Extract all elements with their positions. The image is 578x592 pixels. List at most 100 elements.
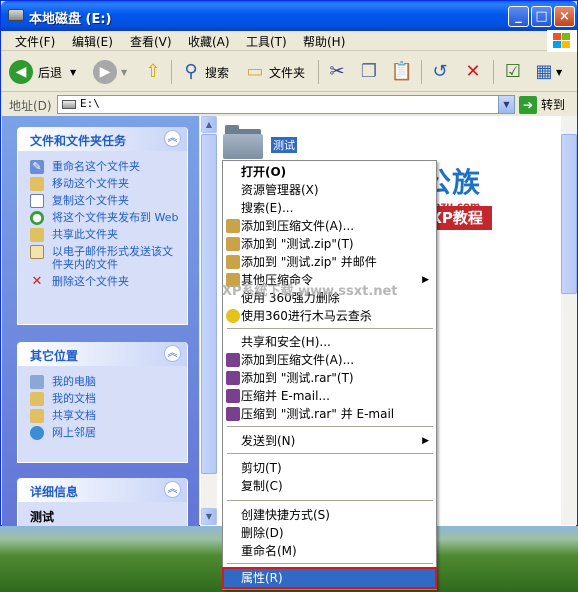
- menu-label: 删除(D): [241, 526, 284, 540]
- menu-separator: [227, 426, 433, 427]
- menu-copy[interactable]: 复制(C): [224, 477, 435, 495]
- folder-name[interactable]: 测试: [271, 137, 297, 153]
- toolbar-separator: [421, 60, 422, 84]
- copy-button[interactable]: ❐: [357, 59, 381, 85]
- panel-header[interactable]: 详细信息 ︽: [18, 478, 187, 502]
- scroll-down-icon[interactable]: ▼: [201, 508, 217, 525]
- close-button[interactable]: ×: [554, 6, 575, 27]
- menu-add-zip[interactable]: 添加到 "测试.zip"(T): [224, 235, 435, 253]
- copy-icon: [30, 194, 44, 208]
- drive-icon: [8, 9, 24, 21]
- watermark-ssxt: XP系统下载 www.ssxt.net: [222, 284, 398, 299]
- search-icon: ⚲: [184, 61, 198, 82]
- menu-add-zip-email[interactable]: 添加到 "测试.zip" 并邮件: [224, 253, 435, 271]
- share-folder-icon: [30, 228, 44, 242]
- menu-explorer[interactable]: 资源管理器(X): [224, 181, 435, 199]
- menu-label: 发送到(N): [241, 434, 296, 448]
- menu-help[interactable]: 帮助(H): [303, 33, 345, 50]
- menu-label: 添加到 "测试.rar"(T): [241, 371, 354, 385]
- address-dropdown-button[interactable]: ▼: [498, 96, 514, 113]
- globe-icon: ●: [30, 211, 44, 225]
- menu-delete[interactable]: 删除(D): [224, 524, 435, 542]
- archive-icon: [226, 237, 240, 251]
- properties-button[interactable]: ☑: [501, 59, 525, 85]
- menu-label: 压缩并 E-mail...: [241, 389, 330, 403]
- folders-button[interactable]: ▭ 文件夹: [243, 59, 305, 85]
- task-publish-web[interactable]: ● 将这个文件夹发布到 Web: [18, 208, 187, 225]
- up-folder-button[interactable]: ⇧: [141, 59, 165, 85]
- folder-icon[interactable]: [223, 125, 263, 159]
- up-folder-icon: ⇧: [145, 61, 161, 82]
- place-my-documents[interactable]: 我的文档: [18, 389, 187, 406]
- menu-add-archive[interactable]: 添加到压缩文件(A)...: [224, 217, 435, 235]
- menu-label: 重命名(M): [241, 544, 297, 558]
- go-button[interactable]: ➔ 转到: [519, 95, 573, 114]
- menu-tools[interactable]: 工具(T): [246, 33, 287, 50]
- submenu-arrow-icon: ▶: [422, 436, 429, 446]
- menu-cut[interactable]: 剪切(T): [224, 459, 435, 477]
- address-input[interactable]: E:\ ▼: [57, 95, 515, 114]
- task-email[interactable]: 以电子邮件形式发送该文件夹内的文件: [18, 242, 187, 272]
- cut-button[interactable]: ✂: [325, 59, 349, 85]
- window-title: 本地磁盘 (E:): [29, 12, 112, 27]
- menu-create-shortcut[interactable]: 创建快捷方式(S): [224, 506, 435, 524]
- place-network[interactable]: 网上邻居: [18, 423, 187, 440]
- place-label: 我的文档: [52, 392, 96, 405]
- task-delete[interactable]: ✕ 删除这个文件夹: [18, 272, 187, 289]
- minimize-button[interactable]: _: [508, 6, 529, 27]
- title-bar[interactable]: 本地磁盘 (E:) _ □ ×: [1, 1, 577, 31]
- menu-file[interactable]: 文件(F): [15, 33, 55, 50]
- menu-favorites[interactable]: 收藏(A): [188, 33, 230, 50]
- toolbar-separator: [493, 60, 494, 84]
- place-shared-documents[interactable]: 共享文档: [18, 406, 187, 423]
- undo-button[interactable]: ↺: [428, 59, 452, 85]
- collapse-icon[interactable]: ︽: [164, 345, 181, 362]
- paste-button[interactable]: 📋: [390, 59, 414, 85]
- delete-button[interactable]: ✕: [461, 59, 485, 85]
- content-scrollbar[interactable]: [561, 116, 577, 525]
- menu-compress-email[interactable]: 压缩并 E-mail...: [224, 387, 435, 405]
- scroll-thumb[interactable]: [201, 134, 217, 474]
- collapse-icon[interactable]: ︽: [164, 481, 181, 498]
- task-label: 删除这个文件夹: [52, 275, 129, 288]
- panel-header[interactable]: 其它位置 ︽: [18, 342, 187, 366]
- scroll-up-icon[interactable]: ▲: [201, 116, 217, 133]
- context-menu: 打开(O) 资源管理器(X) 搜索(E)... 添加到压缩文件(A)... 添加…: [222, 160, 437, 590]
- menu-open[interactable]: 打开(O): [224, 163, 435, 181]
- task-rename[interactable]: ✎ 重命名这个文件夹: [18, 157, 187, 174]
- menu-edit[interactable]: 编辑(E): [72, 33, 113, 50]
- menu-rename[interactable]: 重命名(M): [224, 542, 435, 560]
- scroll-thumb[interactable]: [561, 134, 577, 294]
- address-value: E:\: [80, 97, 100, 110]
- collapse-icon[interactable]: ︽: [164, 130, 181, 147]
- views-icon: ▦: [535, 61, 553, 82]
- menu-search[interactable]: 搜索(E)...: [224, 199, 435, 217]
- menu-sharing[interactable]: 共享和安全(H)...: [224, 333, 435, 351]
- panel-header[interactable]: 文件和文件夹任务 ︽: [18, 127, 187, 151]
- menu-properties[interactable]: 属性(R): [222, 567, 437, 589]
- details-name: 测试: [30, 510, 55, 524]
- address-label: 地址(D): [9, 99, 52, 113]
- maximize-button[interactable]: □: [531, 6, 552, 27]
- panel-title: 其它位置: [30, 349, 79, 363]
- task-pane: 文件和文件夹任务 ︽ ✎ 重命名这个文件夹 移动这个文件夹 复制这个文件夹 ● 将这…: [2, 116, 199, 526]
- back-arrow-icon: ◀: [9, 60, 33, 84]
- menu-add-rar-archive[interactable]: 添加到压缩文件(A)...: [224, 351, 435, 369]
- toolbar-separator: [318, 60, 319, 84]
- task-move[interactable]: 移动这个文件夹: [18, 174, 187, 191]
- back-button[interactable]: ◀ 后退 ▼: [9, 59, 76, 85]
- menu-send-to[interactable]: 发送到(N) ▶: [224, 432, 435, 450]
- search-button[interactable]: ⚲ 搜索: [179, 59, 229, 85]
- menu-view[interactable]: 查看(V): [130, 33, 172, 50]
- task-copy[interactable]: 复制这个文件夹: [18, 191, 187, 208]
- menu-360-scan[interactable]: 使用360进行木马云查杀: [224, 307, 435, 325]
- task-share[interactable]: 共享此文件夹: [18, 225, 187, 242]
- pane-scrollbar[interactable]: ▲ ▼: [201, 116, 217, 525]
- menu-compress-rar-email[interactable]: 压缩到 "测试.rar" 并 E-mail: [224, 405, 435, 423]
- paste-icon: 📋: [390, 61, 414, 82]
- archive-icon: [226, 255, 240, 269]
- place-my-computer[interactable]: 我的电脑: [18, 372, 187, 389]
- forward-button[interactable]: ▶ ▼: [93, 59, 127, 85]
- menu-add-rar[interactable]: 添加到 "测试.rar"(T): [224, 369, 435, 387]
- views-button[interactable]: ▦ ▼: [532, 59, 562, 85]
